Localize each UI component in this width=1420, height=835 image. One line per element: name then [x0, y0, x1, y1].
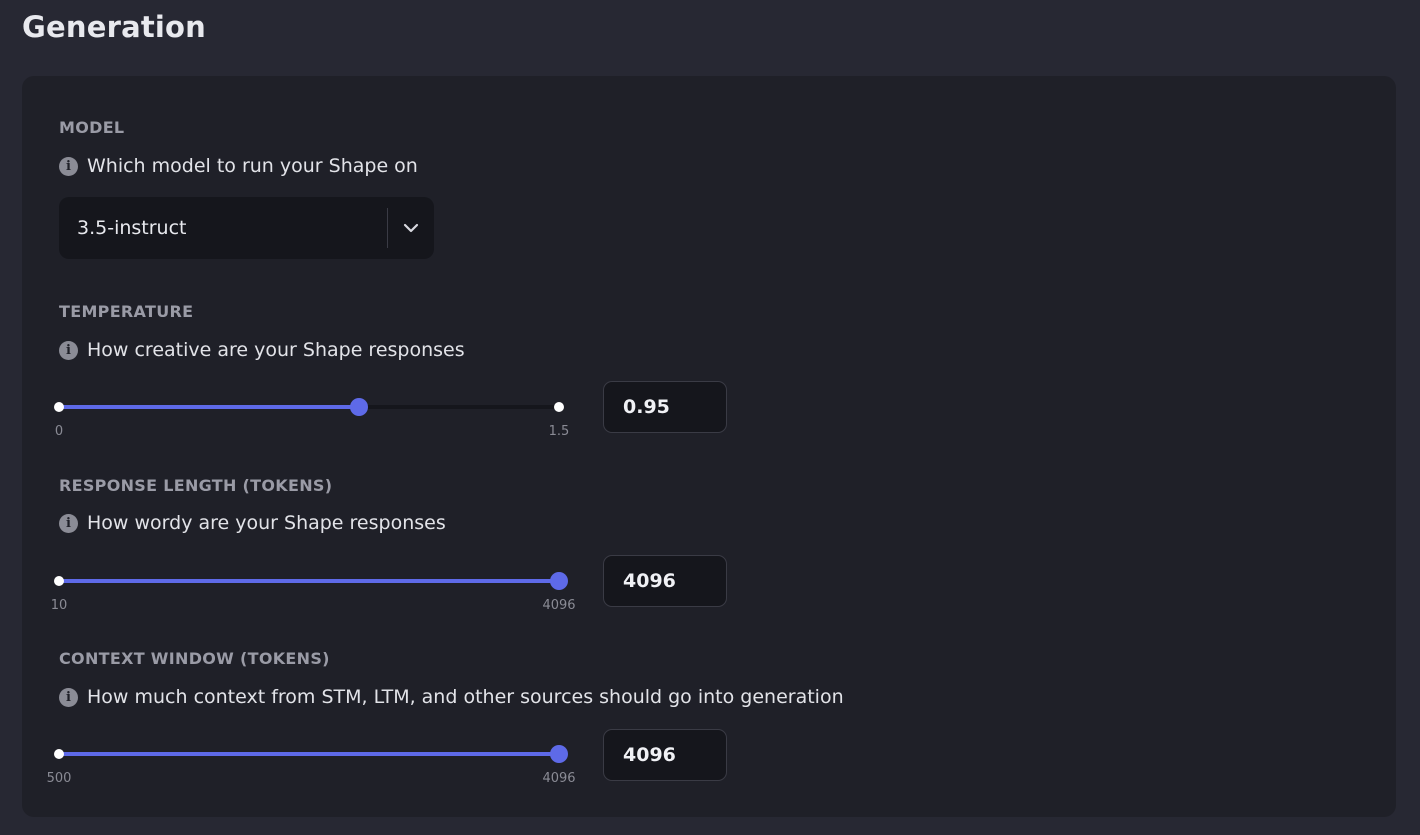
model-description-text: Which model to run your Shape on	[87, 155, 418, 177]
slider-max-dot	[554, 402, 564, 412]
slider-fill	[59, 405, 359, 409]
temperature-description-text: How creative are your Shape responses	[87, 339, 465, 361]
slider-thumb[interactable]	[350, 398, 368, 416]
slider-thumb[interactable]	[550, 745, 568, 763]
context-window-input[interactable]	[603, 729, 727, 781]
generation-settings-card: MODEL i Which model to run your Shape on…	[22, 76, 1396, 817]
response-length-label: RESPONSE LENGTH (TOKENS)	[59, 476, 333, 495]
response-length-description-text: How wordy are your Shape responses	[87, 512, 446, 534]
slider-min-dot	[54, 749, 64, 759]
info-icon[interactable]: i	[59, 513, 78, 533]
temperature-label: TEMPERATURE	[59, 302, 194, 321]
slider-min-dot	[54, 576, 64, 586]
slider-fill	[59, 752, 559, 756]
slider-thumb[interactable]	[550, 572, 568, 590]
chevron-down-icon[interactable]	[388, 197, 434, 259]
slider-min-label: 10	[50, 598, 68, 613]
info-icon[interactable]: i	[59, 687, 78, 707]
response-length-slider[interactable]: 10 4096	[51, 566, 576, 613]
context-window-slider[interactable]: 500 4096	[47, 739, 576, 786]
context-window-label: CONTEXT WINDOW (TOKENS)	[59, 649, 330, 668]
response-length-input[interactable]	[603, 555, 727, 607]
slider-min-label: 0	[54, 424, 64, 439]
slider-fill	[59, 579, 559, 583]
slider-max-label: 4096	[542, 771, 576, 786]
response-length-description: i How wordy are your Shape responses	[59, 512, 446, 534]
slider-max-label: 1.5	[548, 424, 570, 439]
model-label: MODEL	[59, 118, 125, 137]
info-icon[interactable]: i	[59, 156, 78, 176]
context-window-description: i How much context from STM, LTM, and ot…	[59, 686, 844, 708]
slider-max-label: 4096	[542, 598, 576, 613]
slider-min-dot	[54, 402, 64, 412]
slider-min-label: 500	[46, 771, 72, 786]
model-description: i Which model to run your Shape on	[59, 155, 418, 177]
temperature-slider[interactable]: 0 1.5	[54, 392, 569, 439]
temperature-input[interactable]	[603, 381, 727, 433]
temperature-description: i How creative are your Shape responses	[59, 339, 465, 361]
info-icon[interactable]: i	[59, 340, 78, 360]
page-title: Generation	[22, 10, 207, 44]
model-select[interactable]: 3.5-instruct	[59, 197, 434, 259]
context-window-description-text: How much context from STM, LTM, and othe…	[87, 686, 844, 708]
model-select-value: 3.5-instruct	[77, 217, 187, 239]
